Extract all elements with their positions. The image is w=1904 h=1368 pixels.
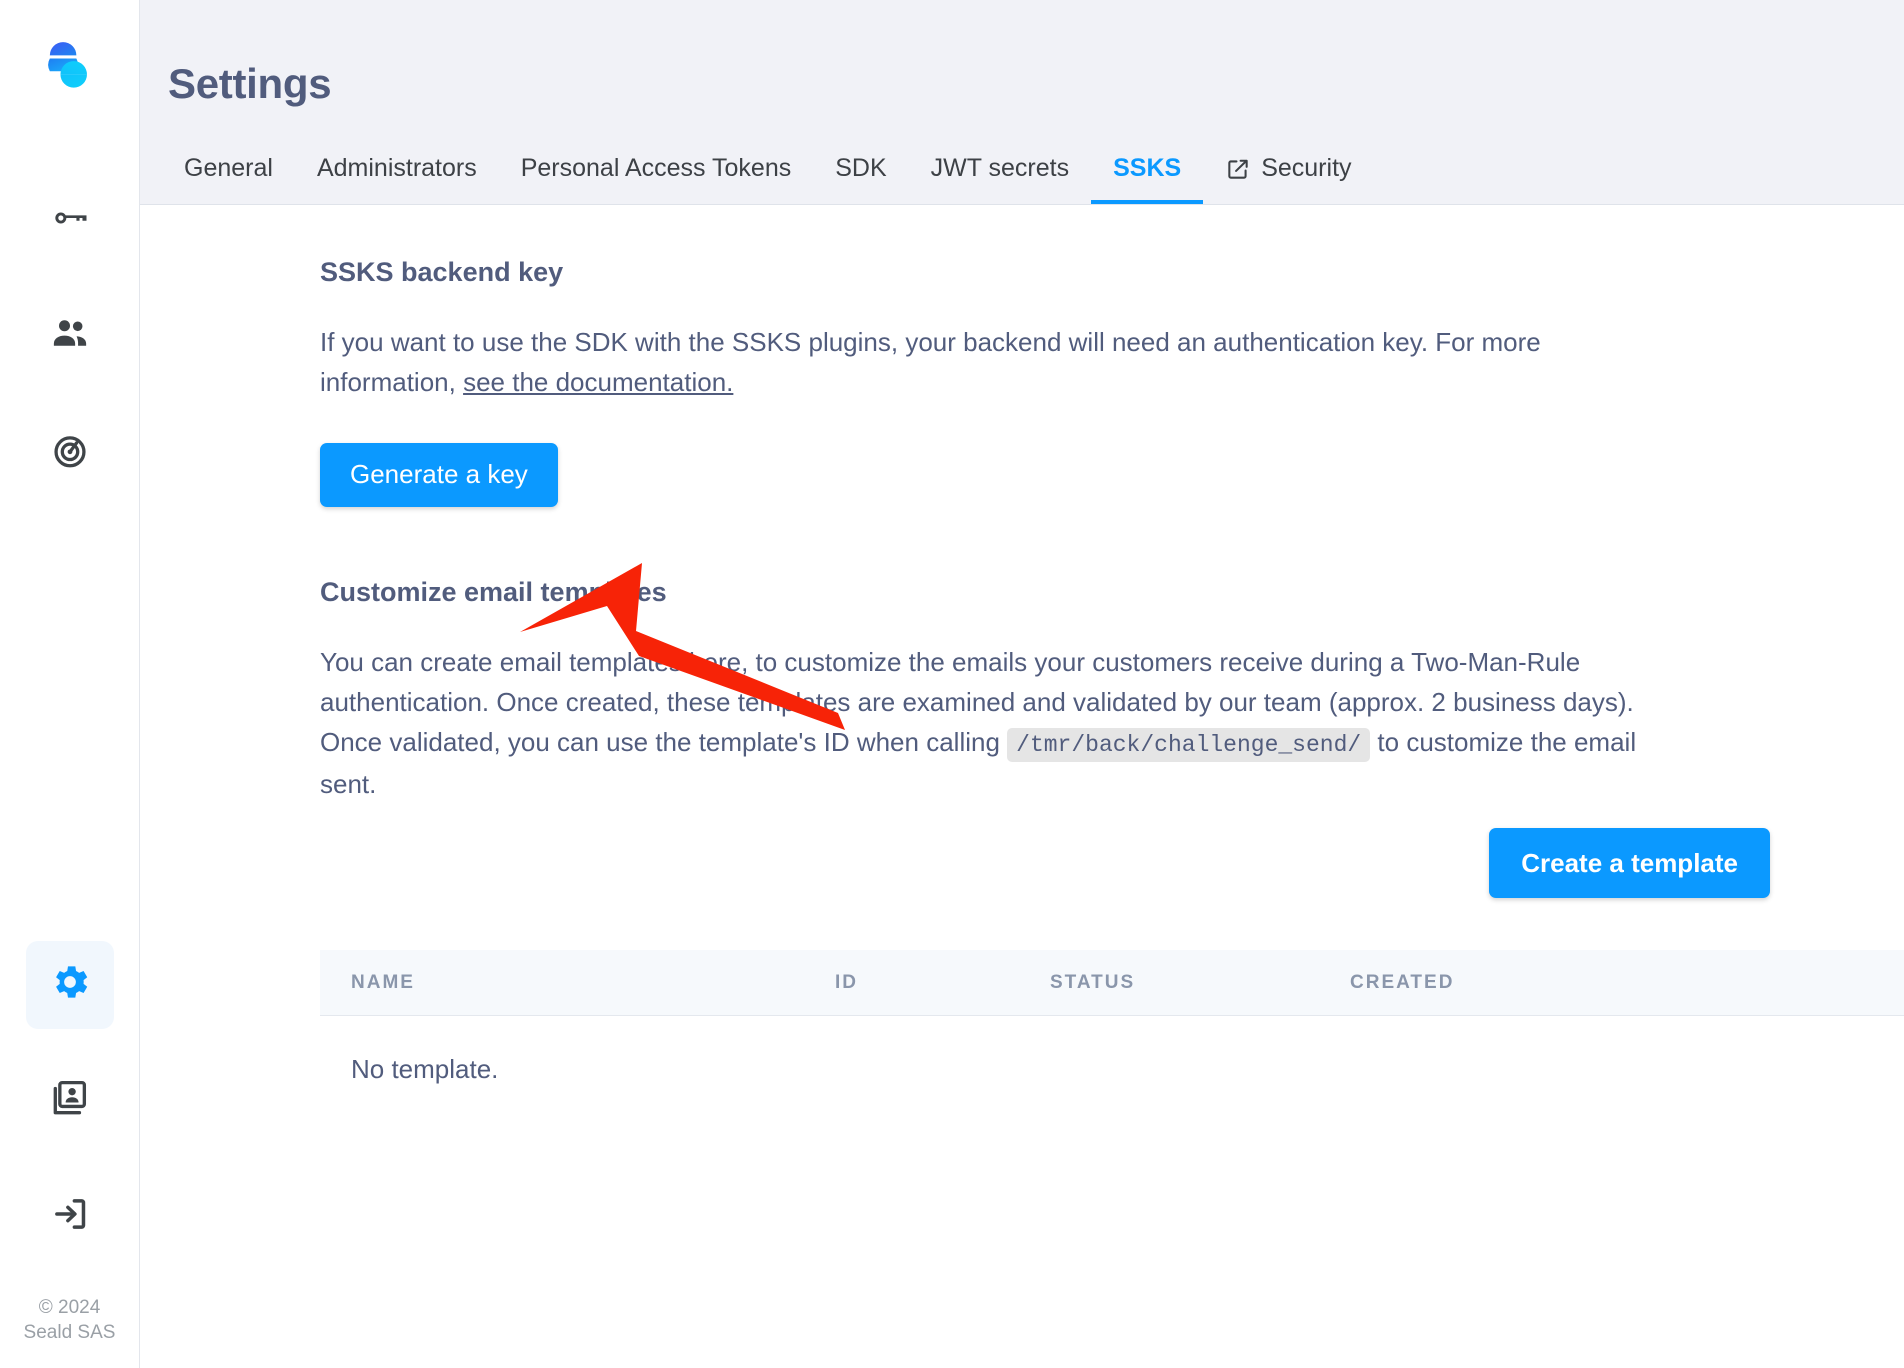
tab-label: General: [184, 154, 273, 182]
tab-administrators[interactable]: Administrators: [295, 154, 499, 204]
contacts-icon: [49, 1077, 91, 1124]
gear-icon: [48, 960, 92, 1009]
tab-security[interactable]: Security: [1203, 154, 1373, 204]
templates-table: NAME ID STATUS CREATED No template.: [320, 950, 1904, 1085]
sidebar-item-logout[interactable]: [26, 1173, 114, 1261]
tab-general[interactable]: General: [162, 154, 295, 204]
column-header-created: CREATED: [1350, 971, 1455, 993]
tab-bar: General Administrators Personal Access T…: [140, 108, 1904, 204]
tab-ssks[interactable]: SSKS: [1091, 154, 1204, 204]
tab-personal-access-tokens[interactable]: Personal Access Tokens: [499, 154, 814, 204]
seald-logo-icon[interactable]: [36, 32, 104, 102]
copyright-company: Seald SAS: [23, 1322, 116, 1344]
tab-label: JWT secrets: [930, 154, 1070, 182]
tab-sdk[interactable]: SDK: [813, 154, 908, 204]
endpoint-code: /tmr/back/challenge_send/: [1007, 728, 1371, 763]
column-header-status: STATUS: [1050, 971, 1136, 993]
tab-label: SSKS: [1113, 154, 1182, 182]
tab-label: Administrators: [316, 154, 477, 182]
page-title: Settings: [168, 60, 332, 107]
sidebar-item-tracking[interactable]: [26, 408, 114, 496]
tab-label: Security: [1261, 154, 1352, 182]
sidebar-item-directory[interactable]: [26, 1057, 114, 1145]
create-template-button[interactable]: Create a template: [1489, 828, 1770, 899]
customize-email-templates-title: Customize email templates: [320, 576, 667, 607]
people-icon: [48, 312, 92, 361]
sidebar-nav-bottom: © 2024 Seald SAS: [0, 940, 139, 1368]
table-empty-message: No template.: [351, 1054, 499, 1085]
sidebar-item-users[interactable]: [26, 292, 114, 380]
copyright-year: © 2024: [38, 1296, 101, 1318]
email-templates-description: You can create email templates here, to …: [320, 642, 1640, 805]
create-template-row: Create a template: [320, 828, 1852, 899]
tab-label: Personal Access Tokens: [520, 154, 792, 182]
main-area: Settings General Administrators Personal…: [140, 0, 1904, 1368]
sidebar-item-settings[interactable]: [25, 940, 114, 1029]
content-area: SSKS backend key If you want to use the …: [140, 205, 1904, 1368]
radar-icon: [48, 428, 92, 477]
app-root: © 2024 Seald SAS Settings General Admini…: [0, 0, 1904, 1368]
topbar: Settings General Administrators Personal…: [140, 0, 1904, 205]
generate-key-button[interactable]: Generate a key: [320, 442, 558, 507]
key-icon: [48, 196, 92, 245]
tab-label: SDK: [835, 154, 887, 182]
column-header-id: ID: [835, 971, 858, 993]
ssks-backend-key-title: SSKS backend key: [320, 257, 564, 287]
table-header-row: NAME ID STATUS CREATED: [320, 950, 1904, 1017]
external-link-icon: [1225, 156, 1251, 182]
tab-jwt-secrets[interactable]: JWT secrets: [909, 154, 1091, 204]
sidebar: © 2024 Seald SAS: [0, 0, 140, 1368]
ssks-backend-key-description: If you want to use the SDK with the SSKS…: [320, 322, 1640, 403]
documentation-link[interactable]: see the documentation.: [463, 367, 733, 397]
logout-icon: [49, 1193, 91, 1240]
column-header-name: NAME: [351, 971, 415, 993]
sidebar-item-keys[interactable]: [26, 176, 114, 264]
copyright: © 2024 Seald SAS: [24, 1289, 116, 1368]
sidebar-nav-top: [26, 176, 114, 524]
